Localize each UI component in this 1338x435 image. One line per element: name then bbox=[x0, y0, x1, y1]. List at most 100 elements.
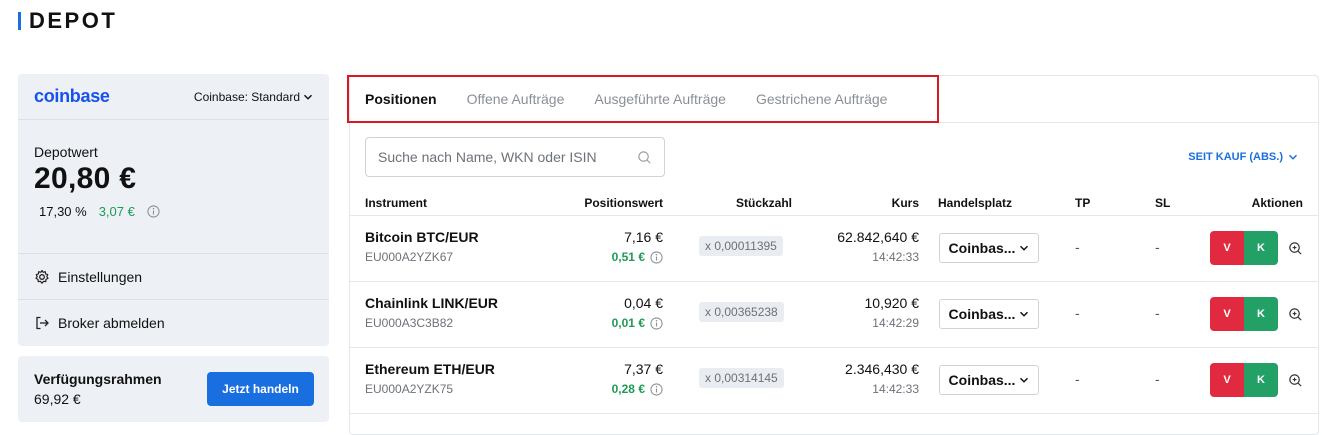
instrument-isin: EU000A3C3B82 bbox=[365, 316, 454, 330]
chevron-down-icon bbox=[303, 94, 313, 100]
info-icon[interactable] bbox=[650, 250, 663, 264]
chevron-down-icon bbox=[1020, 311, 1029, 317]
tab-bar: Positionen Offene Aufträge Ausgeführte A… bbox=[350, 76, 1318, 123]
title-accent-bar bbox=[18, 12, 21, 30]
details-button[interactable] bbox=[1288, 241, 1303, 256]
price-value: 10,920 € bbox=[864, 295, 920, 311]
price-cell: 2.346,430 € 14:42:33 bbox=[799, 361, 919, 396]
info-icon[interactable] bbox=[650, 382, 663, 396]
depot-summary: Depotwert 20,80 € 17,30 % 3,07 € bbox=[18, 120, 329, 254]
sl-value: - bbox=[1155, 239, 1160, 255]
buy-button[interactable]: K bbox=[1244, 231, 1278, 265]
quantity-cell: x 0,00011395 bbox=[699, 236, 783, 256]
instrument-name[interactable]: Bitcoin BTC/EUR bbox=[365, 229, 479, 245]
venue-cell: Coinbas... bbox=[939, 233, 1039, 263]
venue-selected: Coinbas... bbox=[948, 240, 1016, 256]
zoom-in-icon bbox=[1289, 307, 1302, 321]
funds-info: Verfügungsrahmen 69,92 € bbox=[34, 371, 162, 407]
sell-button[interactable]: V bbox=[1210, 297, 1244, 331]
account-selector[interactable]: Coinbase: Standard bbox=[194, 90, 313, 104]
header-venue: Handelsplatz bbox=[938, 196, 1013, 210]
venue-selected: Coinbas... bbox=[948, 372, 1016, 388]
header-actions: Aktionen bbox=[1251, 196, 1303, 210]
menu-item-label: Einstellungen bbox=[58, 268, 143, 285]
position-gain-value: 0,01 € bbox=[611, 316, 645, 330]
price-time: 14:42:29 bbox=[872, 316, 919, 330]
info-icon[interactable] bbox=[650, 316, 663, 330]
sell-button[interactable]: V bbox=[1210, 231, 1244, 265]
sort-label: SEIT KAUF (ABS.) bbox=[1188, 151, 1283, 163]
details-button[interactable] bbox=[1288, 373, 1303, 388]
sort-selector[interactable]: SEIT KAUF (ABS.) bbox=[1188, 151, 1298, 163]
position-gain: 0,01 € bbox=[543, 316, 663, 330]
performance-absolute: 3,07 € bbox=[98, 204, 135, 219]
trade-now-button[interactable]: Jetzt handeln bbox=[207, 372, 314, 406]
table-row: Chainlink LINK/EUR EU000A3C3B82 0,04 € 0… bbox=[350, 282, 1318, 348]
instrument-name[interactable]: Chainlink LINK/EUR bbox=[365, 295, 498, 311]
tp-value: - bbox=[1075, 305, 1080, 321]
position-value-cell: 7,16 € 0,51 € bbox=[543, 229, 663, 264]
sell-button[interactable]: V bbox=[1210, 363, 1244, 397]
search-icon[interactable] bbox=[637, 150, 652, 165]
details-button[interactable] bbox=[1288, 307, 1303, 322]
instrument-name[interactable]: Ethereum ETH/EUR bbox=[365, 361, 495, 377]
positions-panel: Positionen Offene Aufträge Ausgeführte A… bbox=[347, 75, 1319, 435]
header-quantity: Stückzahl bbox=[735, 196, 792, 210]
venue-cell: Coinbas... bbox=[939, 365, 1039, 395]
instrument-cell: Bitcoin BTC/EUR EU000A2YZK67 bbox=[365, 229, 479, 264]
position-value: 7,16 € bbox=[624, 229, 663, 245]
chevron-down-icon bbox=[1020, 377, 1029, 383]
tab-positions[interactable]: Positionen bbox=[365, 91, 437, 107]
funds-card: Verfügungsrahmen 69,92 € Jetzt handeln bbox=[18, 356, 329, 422]
position-value: 7,37 € bbox=[624, 361, 663, 377]
broker-header: coinbase Coinbase: Standard bbox=[18, 74, 329, 120]
header-price: Kurs bbox=[891, 196, 919, 210]
gear-icon bbox=[35, 269, 49, 284]
info-icon[interactable] bbox=[147, 205, 160, 218]
venue-cell: Coinbas... bbox=[939, 299, 1039, 329]
actions-cell: V K bbox=[1210, 231, 1303, 265]
venue-dropdown[interactable]: Coinbas... bbox=[939, 299, 1039, 329]
menu-item-logout[interactable]: Broker abmelden bbox=[18, 300, 329, 346]
instrument-cell: Ethereum ETH/EUR EU000A2YZK75 bbox=[365, 361, 495, 396]
page-title: DEPOT bbox=[29, 8, 118, 33]
header-instrument: Instrument bbox=[365, 196, 428, 210]
account-selector-label: Coinbase: Standard bbox=[193, 89, 300, 104]
instrument-cell: Chainlink LINK/EUR EU000A3C3B82 bbox=[365, 295, 498, 330]
header-position-value: Positionswert bbox=[584, 196, 663, 210]
buy-button[interactable]: K bbox=[1244, 297, 1278, 331]
table-row: Ethereum ETH/EUR EU000A2YZK75 7,37 € 0,2… bbox=[350, 348, 1318, 414]
logout-icon bbox=[36, 316, 49, 330]
funds-label: Verfügungsrahmen bbox=[34, 371, 162, 387]
price-cell: 10,920 € 14:42:29 bbox=[799, 295, 920, 330]
position-value-cell: 7,37 € 0,28 € bbox=[543, 361, 663, 396]
price-cell: 62.842,640 € 14:42:33 bbox=[799, 229, 919, 264]
tab-cancelled-orders[interactable]: Gestrichene Aufträge bbox=[756, 91, 888, 107]
position-gain-value: 0,51 € bbox=[611, 250, 645, 264]
coinbase-logo: coinbase bbox=[34, 86, 110, 106]
search-box[interactable] bbox=[365, 137, 665, 177]
venue-dropdown[interactable]: Coinbas... bbox=[939, 365, 1039, 395]
position-gain-value: 0,28 € bbox=[611, 382, 645, 396]
tab-open-orders[interactable]: Offene Aufträge bbox=[467, 91, 565, 107]
price-time: 14:42:33 bbox=[872, 382, 919, 396]
depot-value: 20,80 € bbox=[34, 162, 137, 195]
menu-item-settings[interactable]: Einstellungen bbox=[18, 254, 329, 300]
page-header: DEPOT bbox=[18, 8, 117, 34]
quantity-badge: x 0,00365238 bbox=[699, 302, 784, 322]
funds-value: 69,92 € bbox=[34, 391, 81, 407]
price-time: 14:42:33 bbox=[872, 250, 919, 264]
search-input[interactable] bbox=[378, 149, 628, 165]
quantity-badge: x 0,00314145 bbox=[699, 368, 784, 388]
sl-value: - bbox=[1155, 371, 1160, 387]
tab-executed-orders[interactable]: Ausgeführte Aufträge bbox=[594, 91, 726, 107]
venue-dropdown[interactable]: Coinbas... bbox=[939, 233, 1039, 263]
header-tp: TP bbox=[1075, 196, 1091, 210]
zoom-in-icon bbox=[1289, 373, 1302, 387]
menu-item-label: Broker abmelden bbox=[58, 315, 165, 331]
instrument-isin: EU000A2YZK67 bbox=[365, 250, 454, 264]
position-value: 0,04 € bbox=[624, 295, 663, 311]
tp-value: - bbox=[1075, 371, 1080, 387]
table-row: Bitcoin BTC/EUR EU000A2YZK67 7,16 € 0,51… bbox=[350, 216, 1318, 282]
buy-button[interactable]: K bbox=[1244, 363, 1278, 397]
